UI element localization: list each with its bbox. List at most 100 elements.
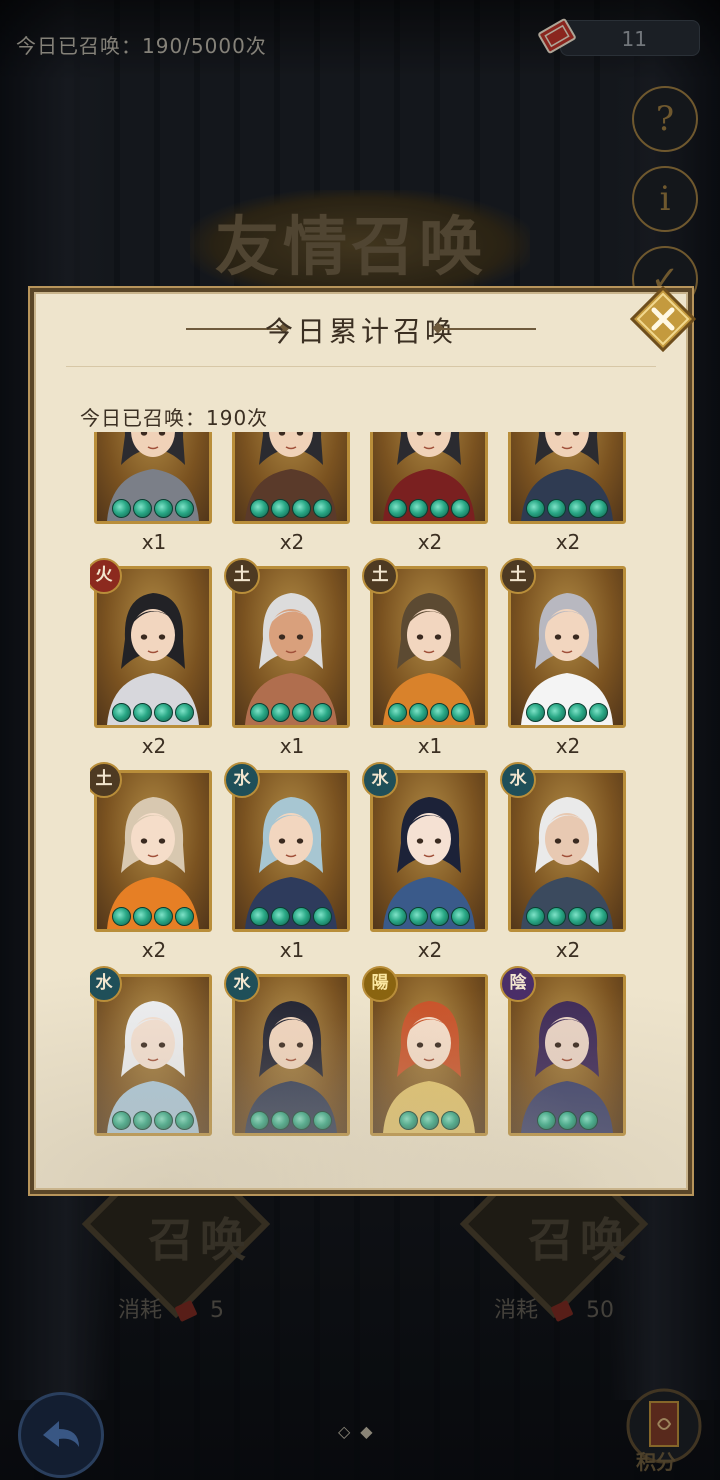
star-icon (292, 703, 311, 722)
star-icon (133, 703, 152, 722)
close-button[interactable] (630, 286, 696, 352)
star-icon (451, 499, 470, 518)
panel-header: 今日累计召唤 (36, 294, 686, 364)
star-rating (97, 702, 209, 722)
star-icon (388, 703, 407, 722)
star-icon (430, 499, 449, 518)
star-icon (271, 907, 290, 926)
star-icon (313, 499, 332, 518)
star-icon (409, 499, 428, 518)
shikigami-card[interactable]: 土 x2 (500, 558, 630, 762)
summon-count: x2 (555, 734, 581, 758)
star-icon (578, 1111, 598, 1130)
star-icon (313, 1111, 332, 1130)
shikigami-card[interactable]: 水x1 (224, 966, 354, 1142)
star-icon (271, 1111, 290, 1130)
shikigami-card[interactable]: 水x1 (90, 966, 216, 1142)
shikigami-card[interactable]: 陰x8 (500, 966, 630, 1142)
star-icon (133, 1111, 152, 1130)
star-rating (511, 1110, 623, 1130)
star-icon (133, 907, 152, 926)
star-icon (589, 703, 608, 722)
star-rating (235, 498, 347, 518)
shikigami-card[interactable]: x2 (230, 432, 354, 558)
shikigami-card[interactable]: 水 x2 (500, 762, 630, 966)
shikigami-portrait-frame (508, 432, 626, 524)
shikigami-card[interactable]: x1 (92, 432, 216, 558)
star-icon (409, 703, 428, 722)
yang-element-icon: 陽 (362, 966, 398, 1002)
star-icon (175, 907, 194, 926)
star-icon (154, 907, 173, 926)
star-icon (398, 1111, 418, 1130)
star-rating (97, 1110, 209, 1130)
daily-summon-panel: 今日累计召唤 今日已召唤：190次 x1 x2 x2 x2 火 x2 土 x1 土 x1 土 x2 土 x… (34, 292, 688, 1190)
shikigami-card[interactable]: 土 x1 (362, 558, 492, 762)
star-icon (112, 907, 131, 926)
star-icon (526, 703, 545, 722)
star-rating (373, 702, 485, 722)
star-icon (526, 907, 545, 926)
star-icon (133, 499, 152, 518)
earth-element-icon: 土 (224, 558, 260, 594)
shikigami-card[interactable]: 土 x1 (224, 558, 354, 762)
star-icon (112, 703, 131, 722)
panel-title: 今日累计召唤 (264, 315, 457, 348)
shikigami-card[interactable]: 土 x2 (90, 762, 216, 966)
star-icon (271, 703, 290, 722)
star-icon (271, 499, 290, 518)
water-element-icon: 水 (224, 966, 260, 1002)
star-icon (154, 1111, 173, 1130)
star-icon (250, 907, 269, 926)
star-icon (547, 499, 566, 518)
summon-count: x1 (141, 530, 167, 554)
star-icon (292, 499, 311, 518)
star-icon (154, 499, 173, 518)
star-icon (430, 907, 449, 926)
star-icon (526, 499, 545, 518)
shikigami-card[interactable]: 火 x2 (90, 558, 216, 762)
star-icon (154, 703, 173, 722)
yin-element-icon: 陰 (500, 966, 536, 1002)
summon-count: x1 (417, 734, 443, 758)
summon-count: x2 (555, 530, 581, 554)
star-rating (235, 1110, 347, 1130)
star-icon (388, 499, 407, 518)
summon-count: x2 (417, 938, 443, 962)
star-icon (112, 499, 131, 518)
earth-element-icon: 土 (362, 558, 398, 594)
star-rating (235, 906, 347, 926)
star-icon (112, 1111, 131, 1130)
shikigami-card[interactable]: x2 (506, 432, 630, 558)
star-icon (250, 1111, 269, 1130)
water-element-icon: 水 (224, 762, 260, 798)
summon-count: x2 (555, 938, 581, 962)
shikigami-card[interactable]: 水x1 (224, 762, 354, 966)
star-icon (536, 1111, 556, 1130)
header-ornament-right (438, 328, 536, 330)
star-rating (373, 498, 485, 518)
star-icon (409, 907, 428, 926)
star-rating (97, 906, 209, 926)
star-icon (568, 907, 587, 926)
shikigami-card[interactable]: 陽x3 (362, 966, 492, 1142)
water-element-icon: 水 (500, 762, 536, 798)
star-icon (175, 703, 194, 722)
star-icon (568, 499, 587, 518)
star-icon (451, 703, 470, 722)
shikigami-grid-scroll[interactable]: x1x2x2x2火x2土x1土x1土x2土x2水x1水x2水x2水x1水x1陽x… (90, 432, 650, 1142)
star-rating (511, 906, 623, 926)
shikigami-portrait-frame (370, 432, 488, 524)
star-icon (175, 1111, 194, 1130)
star-rating (97, 498, 209, 518)
summon-count: x2 (417, 530, 443, 554)
daily-summon-summary: 今日已召唤：190次 (80, 406, 269, 430)
star-rating (511, 498, 623, 518)
shikigami-card[interactable]: x2 (368, 432, 492, 558)
star-icon (547, 907, 566, 926)
star-rating (373, 906, 485, 926)
summon-count: x2 (141, 734, 167, 758)
water-element-icon: 水 (362, 762, 398, 798)
shikigami-card[interactable]: 水 x2 (362, 762, 492, 966)
star-icon (292, 1111, 311, 1130)
